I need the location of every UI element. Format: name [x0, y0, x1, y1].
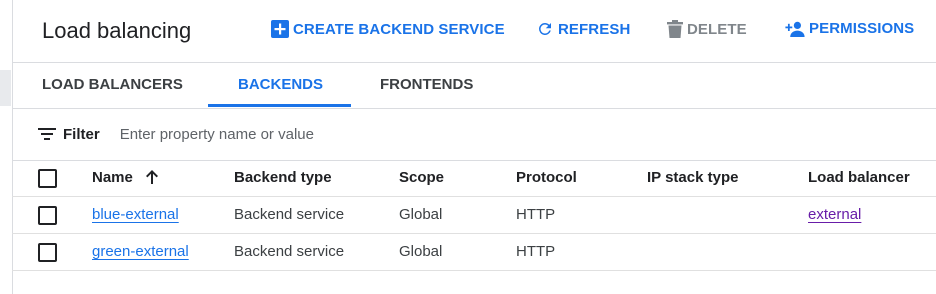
- filter-icon[interactable]: [38, 127, 56, 141]
- column-header-name[interactable]: Name: [92, 160, 159, 196]
- person-add-icon: [785, 21, 805, 37]
- trash-icon: [667, 20, 683, 38]
- column-header-backend-type[interactable]: Backend type: [234, 160, 332, 196]
- permissions-label: PERMISSIONS: [809, 20, 915, 37]
- column-header-ip-stack-type[interactable]: IP stack type: [647, 160, 738, 196]
- table-row: blue-external Backend service Global HTT…: [12, 197, 936, 234]
- page-title: Load balancing: [42, 18, 192, 43]
- backend-name-link[interactable]: blue-external: [92, 197, 179, 233]
- backend-name-link[interactable]: green-external: [92, 234, 189, 270]
- column-header-scope[interactable]: Scope: [399, 160, 444, 196]
- row-checkbox[interactable]: [38, 243, 57, 262]
- backend-type-cell: Backend service: [234, 206, 345, 223]
- column-header-protocol[interactable]: Protocol: [516, 160, 577, 196]
- tab-bar: LOAD BALANCERS BACKENDS FRONTENDS: [12, 62, 936, 109]
- active-tab-indicator: [208, 104, 351, 107]
- add-box-icon: [271, 20, 289, 38]
- refresh-label: REFRESH: [558, 20, 631, 38]
- tab-frontends[interactable]: FRONTENDS: [380, 62, 473, 108]
- select-all-checkbox[interactable]: [38, 169, 57, 188]
- protocol-cell: HTTP: [516, 206, 556, 223]
- backend-type-cell: Backend service: [234, 243, 345, 260]
- arrow-up-icon: [145, 169, 158, 184]
- column-header-name-label: Name: [92, 169, 133, 186]
- filter-input[interactable]: [117, 124, 542, 144]
- tab-backends[interactable]: BACKENDS: [238, 62, 323, 108]
- filter-label: Filter: [63, 125, 100, 143]
- tab-load-balancers[interactable]: LOAD BALANCERS: [42, 62, 183, 108]
- create-backend-service-label: CREATE BACKEND SERVICE: [293, 20, 505, 38]
- page-header: Load balancing CREATE BACKEND SERVICE RE…: [12, 0, 936, 63]
- row-checkbox[interactable]: [38, 206, 57, 225]
- load-balancer-link[interactable]: external: [808, 197, 861, 233]
- protocol-cell: HTTP: [516, 243, 556, 260]
- refresh-button[interactable]: REFRESH: [536, 20, 630, 38]
- create-backend-service-button[interactable]: CREATE BACKEND SERVICE: [271, 20, 505, 38]
- scope-cell: Global: [399, 206, 443, 223]
- refresh-icon: [539, 23, 551, 35]
- delete-label: DELETE: [687, 20, 747, 38]
- left-rail-active-item[interactable]: [0, 70, 11, 106]
- scope-cell: Global: [399, 243, 443, 260]
- table-row: green-external Backend service Global HT…: [12, 234, 936, 271]
- permissions-button[interactable]: PERMISSIONS: [785, 20, 914, 37]
- column-header-load-balancer[interactable]: Load balancer: [808, 160, 910, 196]
- table-header-row: Name Backend type Scope Protocol IP stac…: [12, 160, 936, 197]
- filter-bar: Filter: [12, 108, 936, 161]
- delete-button[interactable]: DELETE: [667, 20, 747, 38]
- backends-table: Name Backend type Scope Protocol IP stac…: [12, 160, 936, 271]
